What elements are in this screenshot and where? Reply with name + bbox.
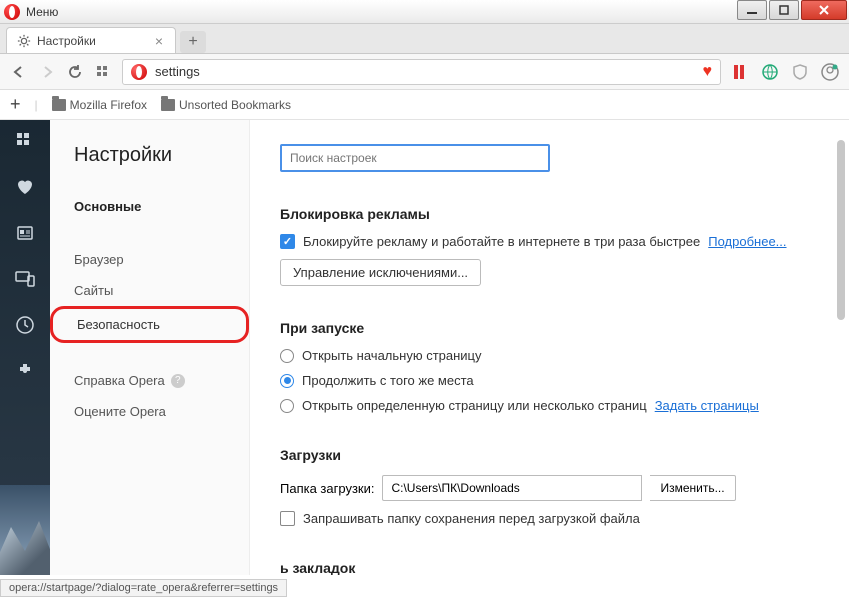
new-tab-button[interactable]: + [180,31,206,53]
sidebar-item-basic[interactable]: Основные [50,191,249,222]
folder-icon [52,99,66,111]
menu-button[interactable]: Меню [26,5,58,19]
reload-button[interactable] [66,63,84,81]
bookmarks-bar: + | Mozilla Firefox Unsorted Bookmarks [0,90,849,120]
download-folder-label: Папка загрузки: [280,481,374,496]
tab-title: Настройки [37,34,96,48]
address-toolbar: ♥ [0,54,849,90]
sidebar-item-browser[interactable]: Браузер [50,244,249,275]
speed-dial-button[interactable] [94,63,112,81]
startup-label-1: Открыть начальную страницу [302,348,482,363]
adblock-heading: Блокировка рекламы [280,206,819,222]
folder-icon [161,99,175,111]
search-settings-input[interactable] [290,151,540,165]
rail-devices-icon[interactable] [14,268,36,290]
window-titlebar: Меню [0,0,849,24]
vpn-globe-icon[interactable] [761,63,779,81]
ask-folder-checkbox[interactable] [280,511,295,526]
tab-bar: Настройки × + [0,24,849,54]
startup-label-3: Открыть определенную страницу или нескол… [302,398,647,413]
profile-icon[interactable] [821,63,839,81]
section-adblock: Блокировка рекламы Блокируйте рекламу и … [280,206,819,286]
sidebar-extension-icon[interactable] [731,63,749,81]
left-icon-rail [0,120,50,575]
shield-icon[interactable] [791,63,809,81]
add-bookmark-button[interactable]: + [10,94,21,115]
startup-radio-continue[interactable] [280,374,294,388]
content-scrollbar[interactable] [837,140,845,320]
opera-logo-icon[interactable] [4,4,20,20]
adblock-checkbox[interactable] [280,234,295,249]
address-input[interactable] [155,64,703,79]
section-downloads: Загрузки Папка загрузки: Изменить... Зап… [280,447,819,526]
rail-heart-icon[interactable] [14,176,36,198]
section-bookmarks-panel: ь закладок [280,560,819,575]
close-tab-button[interactable]: × [153,33,165,49]
bookmark-heart-icon[interactable]: ♥ [703,63,713,81]
bookmarks-panel-heading: ь закладок [280,560,819,575]
main-area: Настройки Основные Браузер Сайты Безопас… [0,120,849,575]
minimize-button[interactable] [737,0,767,20]
startup-label-2: Продолжить с того же места [302,373,474,388]
adblock-more-link[interactable]: Подробнее... [708,234,786,249]
status-bar: opera://startpage/?dialog=rate_opera&ref… [0,579,287,597]
rail-news-icon[interactable] [14,222,36,244]
maximize-button[interactable] [769,0,799,20]
settings-sidebar: Настройки Основные Браузер Сайты Безопас… [50,120,250,575]
rail-history-icon[interactable] [14,314,36,336]
tab-settings[interactable]: Настройки × [6,27,176,53]
rail-wallpaper-icon [0,485,50,575]
rail-speed-dial-icon[interactable] [14,130,36,152]
startup-radio-specific[interactable] [280,399,294,413]
bookmark-folder-unsorted[interactable]: Unsorted Bookmarks [161,98,291,112]
address-field-wrap: ♥ [122,59,721,85]
sidebar-item-rate[interactable]: Оцените Opera [50,396,249,427]
manage-exceptions-button[interactable]: Управление исключениями... [280,259,481,286]
section-startup: При запуске Открыть начальную страницу П… [280,320,819,413]
sidebar-item-help[interactable]: Справка Opera? [50,365,249,396]
sidebar-item-sites[interactable]: Сайты [50,275,249,306]
sidebar-item-security[interactable]: Безопасность [50,306,249,343]
set-pages-link[interactable]: Задать страницы [655,398,759,413]
rail-extensions-icon[interactable] [14,360,36,382]
back-button[interactable] [10,63,28,81]
adblock-label: Блокируйте рекламу и работайте в интерне… [303,234,700,249]
forward-button[interactable] [38,63,56,81]
opera-o-icon [131,64,147,80]
download-folder-input[interactable] [382,475,642,501]
settings-content: Блокировка рекламы Блокируйте рекламу и … [250,120,849,575]
bookmark-folder-firefox[interactable]: Mozilla Firefox [52,98,147,112]
gear-icon [17,34,31,48]
help-icon: ? [171,374,185,388]
startup-heading: При запуске [280,320,819,336]
startup-radio-startpage[interactable] [280,349,294,363]
close-window-button[interactable] [801,0,847,20]
change-folder-button[interactable]: Изменить... [650,475,735,501]
page-title: Настройки [50,144,249,191]
downloads-heading: Загрузки [280,447,819,463]
search-settings-wrap [280,144,550,172]
ask-folder-label: Запрашивать папку сохранения перед загру… [303,511,640,526]
